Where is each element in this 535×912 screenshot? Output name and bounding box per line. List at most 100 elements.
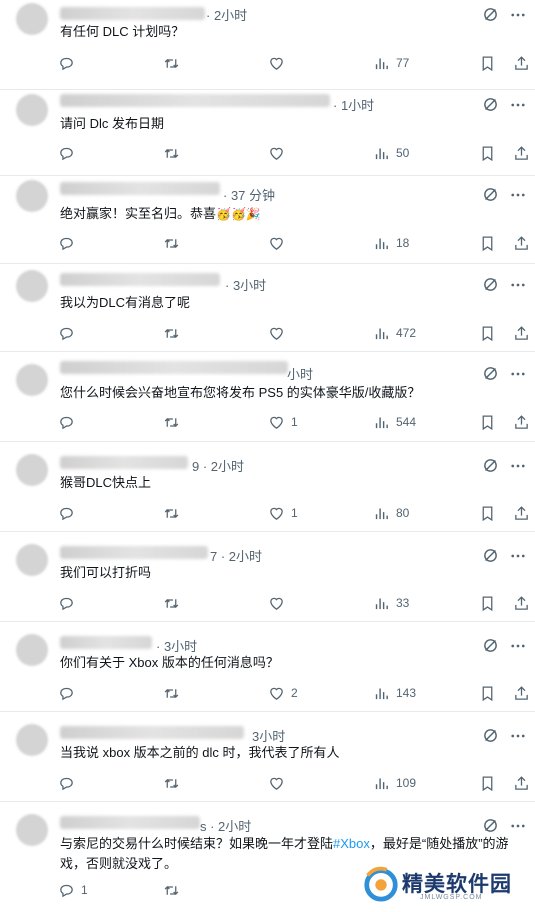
hashtag-link[interactable]: #Xbox — [333, 836, 370, 851]
author-name-blurred[interactable] — [60, 94, 330, 107]
author-name-blurred[interactable] — [60, 456, 188, 469]
like-button[interactable]: 1 — [268, 503, 298, 523]
bookmark-button[interactable] — [479, 683, 496, 703]
like-button[interactable] — [268, 323, 291, 343]
views-button[interactable]: 50 — [373, 143, 409, 163]
grok-icon[interactable] — [482, 637, 499, 654]
reply-item[interactable]: · 2小时 有任何 DLC 计划吗？ 77 — [0, 0, 535, 90]
like-button[interactable] — [268, 233, 291, 253]
like-button[interactable] — [268, 53, 291, 73]
share-button[interactable] — [513, 323, 530, 343]
views-button[interactable]: 472 — [373, 323, 416, 343]
share-button[interactable] — [513, 143, 530, 163]
reply-button[interactable] — [58, 683, 81, 703]
author-name-blurred[interactable] — [60, 816, 200, 829]
retweet-button[interactable] — [163, 323, 186, 343]
share-button[interactable] — [513, 773, 530, 793]
avatar[interactable] — [16, 724, 48, 756]
retweet-button[interactable] — [163, 233, 186, 253]
reply-item[interactable]: 9 · 2小时 猴哥DLC快点上 1 80 — [0, 442, 535, 532]
avatar[interactable] — [16, 634, 48, 666]
retweet-button[interactable] — [163, 503, 186, 523]
retweet-button[interactable] — [163, 773, 186, 793]
avatar[interactable] — [16, 3, 48, 35]
retweet-button[interactable] — [163, 53, 186, 73]
reply-item[interactable]: · 1小时 请问 Dlc 发布日期 50 — [0, 90, 535, 176]
author-name-blurred[interactable] — [60, 546, 208, 559]
grok-icon[interactable] — [482, 6, 499, 23]
reply-button[interactable] — [58, 412, 81, 432]
bookmark-button[interactable] — [479, 233, 496, 253]
views-button[interactable]: 544 — [373, 412, 416, 432]
more-options-icon[interactable] — [509, 276, 527, 294]
share-button[interactable] — [513, 412, 530, 432]
post-time[interactable]: 小时 — [287, 364, 313, 383]
like-button[interactable]: 2 — [268, 683, 298, 703]
author-name-blurred[interactable] — [60, 7, 205, 20]
avatar[interactable] — [16, 180, 48, 212]
share-button[interactable] — [513, 683, 530, 703]
bookmark-button[interactable] — [479, 593, 496, 613]
bookmark-button[interactable] — [479, 323, 496, 343]
bookmark-button[interactable] — [479, 773, 496, 793]
more-options-icon[interactable] — [509, 186, 527, 204]
like-button[interactable] — [268, 593, 291, 613]
post-time[interactable]: · 1小时 — [333, 95, 374, 114]
bookmark-button[interactable] — [479, 53, 496, 73]
reply-button[interactable]: 1 — [58, 880, 88, 900]
retweet-button[interactable] — [163, 683, 186, 703]
grok-icon[interactable] — [482, 457, 499, 474]
grok-icon[interactable] — [482, 276, 499, 293]
reply-button[interactable] — [58, 323, 81, 343]
reply-item[interactable]: · 3小时 我以为DLC有消息了呢 472 — [0, 264, 535, 352]
author-name-blurred[interactable] — [60, 361, 288, 374]
reply-button[interactable] — [58, 53, 81, 73]
grok-icon[interactable] — [482, 365, 499, 382]
views-button[interactable]: 80 — [373, 503, 409, 523]
grok-icon[interactable] — [482, 96, 499, 113]
author-name-blurred[interactable] — [60, 273, 220, 286]
bookmark-button[interactable] — [479, 143, 496, 163]
share-button[interactable] — [513, 233, 530, 253]
avatar[interactable] — [16, 454, 48, 486]
views-button[interactable]: 77 — [373, 53, 409, 73]
post-time[interactable]: · 3小时 — [225, 275, 266, 294]
views-button[interactable]: 109 — [373, 773, 416, 793]
like-button[interactable] — [268, 143, 291, 163]
post-time[interactable]: s · 2小时 — [200, 816, 251, 835]
author-name-blurred[interactable] — [60, 636, 152, 649]
like-button[interactable] — [268, 773, 291, 793]
reply-button[interactable] — [58, 593, 81, 613]
share-button[interactable] — [513, 503, 530, 523]
reply-button[interactable] — [58, 503, 81, 523]
grok-icon[interactable] — [482, 817, 499, 834]
reply-button[interactable] — [58, 143, 81, 163]
avatar[interactable] — [16, 94, 48, 126]
retweet-button[interactable] — [163, 880, 186, 900]
reply-item[interactable]: 小时 您什么时候会兴奋地宣布您将发布 PS5 的实体豪华版/收藏版？ 1 544 — [0, 352, 535, 442]
grok-icon[interactable] — [482, 186, 499, 203]
like-button[interactable]: 1 — [268, 412, 298, 432]
grok-icon[interactable] — [482, 547, 499, 564]
reply-item[interactable]: 3小时 当我说 xbox 版本之前的 dlc 时，我代表了所有人 109 — [0, 712, 535, 802]
retweet-button[interactable] — [163, 593, 186, 613]
reply-item[interactable]: 7 · 2小时 我们可以打折吗 33 — [0, 532, 535, 622]
author-name-blurred[interactable] — [60, 726, 244, 739]
share-button[interactable] — [513, 593, 530, 613]
avatar[interactable] — [16, 544, 48, 576]
retweet-button[interactable] — [163, 143, 186, 163]
more-options-icon[interactable] — [509, 817, 527, 835]
bookmark-button[interactable] — [479, 503, 496, 523]
author-name-blurred[interactable] — [60, 182, 220, 195]
post-time[interactable]: · 37 分钟 — [223, 185, 275, 204]
views-button[interactable]: 33 — [373, 593, 409, 613]
bookmark-button[interactable] — [479, 412, 496, 432]
views-button[interactable]: 18 — [373, 233, 409, 253]
avatar[interactable] — [16, 364, 48, 396]
avatar[interactable] — [16, 814, 48, 846]
reply-button[interactable] — [58, 773, 81, 793]
reply-item[interactable]: · 37 分钟 绝对赢家！实至名归。恭喜🥳🥳🎉 18 — [0, 176, 535, 264]
retweet-button[interactable] — [163, 412, 186, 432]
reply-button[interactable] — [58, 233, 81, 253]
share-button[interactable] — [513, 53, 530, 73]
